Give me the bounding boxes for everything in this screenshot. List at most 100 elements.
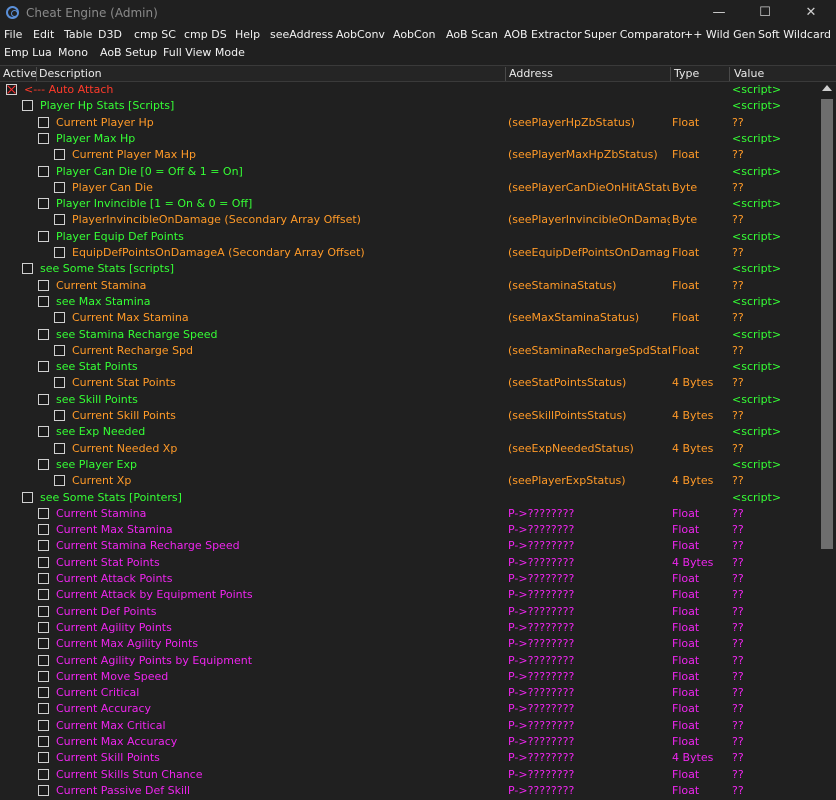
menu-item-aobconv[interactable]: AobConv [336,28,385,41]
row-value[interactable]: ?? [732,409,744,422]
column-divider[interactable] [670,67,671,81]
row-value[interactable]: <script> [732,491,781,504]
table-row[interactable]: Current Max Critical P->???????? Float?? [0,718,818,734]
row-value[interactable]: ?? [732,376,744,389]
active-checkbox[interactable] [38,736,49,747]
menu-item-aob-setup[interactable]: AoB Setup [100,46,157,59]
menu-item-edit[interactable]: Edit [33,28,54,41]
table-row[interactable]: Current Recharge Spd (seeStaminaRechargeS… [0,343,818,359]
table-row[interactable]: Player Hp Stats [Scripts] <script> [0,98,818,114]
row-value[interactable]: ?? [732,588,744,601]
menu-item-super-comparator[interactable]: Super Comparator [584,28,685,41]
table-row[interactable]: Current Skill Points (seeSkillPointsStatu… [0,408,818,424]
active-checkbox[interactable] [54,312,65,324]
row-value[interactable]: <script> [732,165,781,178]
row-value[interactable]: ?? [732,637,744,650]
table-row[interactable]: Current Max Accuracy P->???????? Float?? [0,734,818,750]
active-checkbox[interactable] [38,638,49,650]
row-value[interactable]: ?? [732,311,744,324]
table-row[interactable]: Current Max Stamina P->???????? Float?? [0,522,818,538]
active-checkbox[interactable] [38,328,49,340]
active-checkbox[interactable] [6,84,17,95]
menu-item-help[interactable]: Help [235,28,260,41]
menu-item-full-view-mode[interactable]: Full View Mode [163,46,245,59]
row-value[interactable]: <script> [732,197,781,210]
row-value[interactable]: <script> [732,328,781,341]
table-row[interactable]: Current Player Max Hp (seePlayerMaxHpZbSt… [0,147,818,163]
table-row[interactable]: Current Stamina (seeStaminaStatus) Float?? [0,278,818,294]
active-checkbox[interactable] [38,654,49,666]
row-value[interactable]: ?? [732,556,744,569]
table-row[interactable]: Current Passive Def Skill P->???????? Floa… [0,783,818,799]
row-value[interactable]: <script> [732,99,781,112]
active-checkbox[interactable] [22,100,33,112]
row-value[interactable]: ?? [732,751,744,764]
row-value[interactable]: ?? [732,605,744,618]
active-checkbox[interactable] [38,670,49,682]
scroll-up-arrow-icon[interactable] [822,85,832,91]
table-row[interactable]: Current Stamina P->???????? Float?? [0,506,818,522]
row-value[interactable]: ?? [732,181,744,194]
row-value[interactable]: <script> [732,83,781,96]
active-checkbox[interactable] [38,230,49,242]
table-row[interactable]: Current Stamina Recharge Speed P->???????… [0,538,818,554]
scrollbar-thumb[interactable] [821,99,833,549]
active-checkbox[interactable] [38,393,49,405]
row-value[interactable]: ?? [732,572,744,585]
table-row[interactable]: Current Skills Stun Chance P->???????? Flo… [0,767,818,783]
table-row[interactable]: Current Agility Points P->???????? Float?? [0,620,818,636]
active-checkbox[interactable] [38,687,49,699]
row-value[interactable]: <script> [732,262,781,275]
active-checkbox[interactable] [54,181,65,193]
active-checkbox[interactable] [38,507,49,519]
table-row[interactable]: see Some Stats [Pointers] <script> [0,490,818,506]
menu-item-aobcon[interactable]: AobCon [393,28,435,41]
table-row[interactable]: Player Max Hp <script> [0,131,818,147]
row-value[interactable]: ?? [732,686,744,699]
table-row[interactable]: see Stat Points <script> [0,359,818,375]
column-type[interactable]: Type [674,67,699,82]
table-row[interactable]: Current Stat Points (seeStatPointsStatus)… [0,375,818,391]
row-value[interactable]: ?? [732,246,744,259]
row-value[interactable]: ?? [732,539,744,552]
minimize-button[interactable]: — [696,0,742,26]
row-value[interactable]: <script> [732,360,781,373]
row-value[interactable]: <script> [732,458,781,471]
table-row[interactable]: EquipDefPointsOnDamageA (Secondary Array… [0,245,818,261]
table-row[interactable]: <--- Auto Attach <script> [0,82,818,98]
menu-item-seeaddress[interactable]: seeAddress [270,28,333,41]
menu-item-cmp-ds[interactable]: cmp DS [184,28,227,41]
row-value[interactable]: ?? [732,719,744,732]
active-checkbox[interactable] [54,442,65,454]
table-row[interactable]: Current Needed Xp (seeExpNeededStatus) 4 B… [0,441,818,457]
table-row[interactable]: Current Critical P->???????? Float?? [0,685,818,701]
row-value[interactable]: ?? [732,735,744,748]
table-row[interactable]: see Player Exp <script> [0,457,818,473]
table-row[interactable]: see Exp Needed <script> [0,424,818,440]
row-value[interactable]: ?? [732,148,744,161]
active-checkbox[interactable] [22,263,33,275]
vertical-scrollbar[interactable] [818,82,836,800]
row-value[interactable]: <script> [732,295,781,308]
active-checkbox[interactable] [38,116,49,128]
table-row[interactable]: Current Agility Points by Equipment P->??… [0,653,818,669]
row-value[interactable]: ?? [732,784,744,797]
menu-item-mono[interactable]: Mono [58,46,88,59]
active-checkbox[interactable] [54,214,65,226]
row-value[interactable]: ?? [732,116,744,129]
row-value[interactable]: ?? [732,523,744,536]
row-value[interactable]: ?? [732,442,744,455]
row-value[interactable]: <script> [732,132,781,145]
cheat-table-list[interactable]: <--- Auto Attach <script> Player Hp Stats … [0,82,818,800]
active-checkbox[interactable] [38,719,49,731]
active-checkbox[interactable] [54,247,65,258]
row-value[interactable]: <script> [732,393,781,406]
menu-item-cmp-sc[interactable]: cmp SC [134,28,176,41]
menu-item-wild-gen[interactable]: ++ Wild Gen [684,28,755,41]
active-checkbox[interactable] [38,198,49,210]
table-row[interactable]: Current Player Hp (seePlayerHpZbStatus) Fl… [0,115,818,131]
active-checkbox[interactable] [38,295,49,307]
row-value[interactable]: <script> [732,230,781,243]
table-row[interactable]: Player Can Die (seePlayerCanDieOnHitAStat… [0,180,818,196]
column-value[interactable]: Value [734,67,764,82]
